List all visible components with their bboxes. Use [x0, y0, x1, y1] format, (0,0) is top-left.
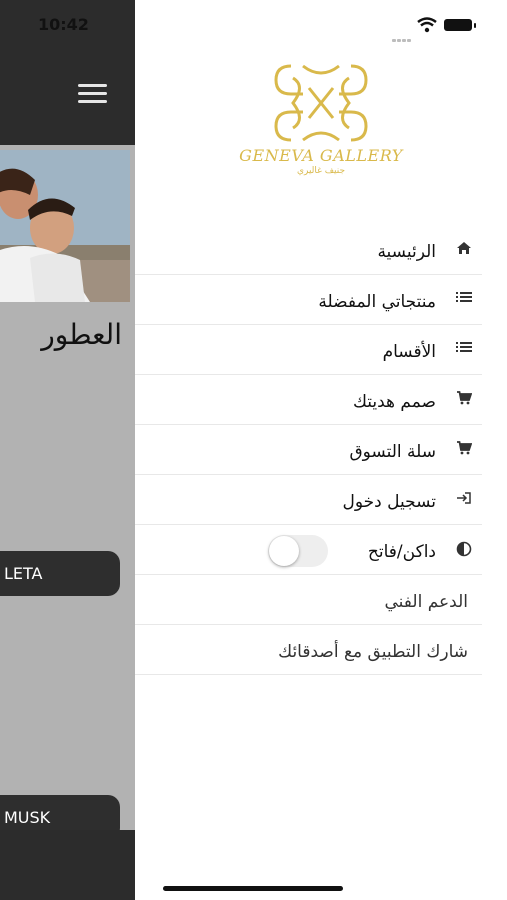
brand-logo: GENEVA GALLERY جنيف غاليري — [231, 58, 411, 178]
menu-item-login[interactable]: تسجيل دخول — [135, 475, 482, 525]
background-screen: 10:42 العطور LETA MUSK — [0, 0, 135, 900]
battery-icon — [444, 19, 476, 31]
navigation-drawer: GENEVA GALLERY جنيف غاليري الرئيسية منتج… — [135, 0, 507, 900]
drawer-menu: الرئيسية منتجاتي المفضلة الأقسام صمم هدي… — [135, 225, 482, 675]
menu-label-home: الرئيسية — [377, 242, 436, 262]
menu-item-share[interactable]: شارك التطبيق مع أصدقائك — [135, 625, 482, 675]
menu-label-cart: سلة التسوق — [349, 442, 436, 462]
menu-item-design-gift[interactable]: صمم هديتك — [135, 375, 482, 425]
cart-icon — [455, 391, 473, 407]
background-footer — [0, 830, 135, 900]
status-time: 10:42 — [38, 15, 89, 34]
section-title: العطور — [41, 318, 122, 351]
hamburger-menu-icon[interactable] — [78, 84, 108, 106]
menu-label-share: شارك التطبيق مع أصدقائك — [278, 642, 468, 662]
menu-label-theme: داكن/فاتح — [367, 542, 436, 562]
menu-item-theme: داكن/فاتح — [135, 525, 482, 575]
theme-toggle-switch[interactable] — [268, 535, 328, 567]
pill-label: LETA — [4, 564, 43, 583]
category-pill-leta[interactable]: LETA — [0, 551, 120, 596]
list-icon — [455, 341, 473, 357]
menu-label-design-gift: صمم هديتك — [352, 392, 436, 412]
pill-label: MUSK — [4, 808, 51, 827]
menu-item-favorites[interactable]: منتجاتي المفضلة — [135, 275, 482, 325]
menu-item-cart[interactable]: سلة التسوق — [135, 425, 482, 475]
menu-item-home[interactable]: الرئيسية — [135, 225, 482, 275]
logo-emblem-icon — [274, 64, 368, 142]
wifi-icon — [417, 17, 437, 33]
home-indicator[interactable] — [163, 886, 343, 891]
login-icon — [455, 491, 473, 507]
logo-wordmark: GENEVA GALLERY — [239, 146, 403, 165]
menu-label-categories: الأقسام — [382, 342, 436, 362]
background-header: 10:42 — [0, 0, 135, 145]
signal-icon — [392, 27, 412, 46]
banner-photo — [0, 150, 130, 302]
cart-icon — [455, 441, 473, 457]
contrast-icon — [455, 541, 473, 557]
logo-arabic-wordmark: جنيف غاليري — [296, 166, 346, 176]
menu-item-support[interactable]: الدعم الفني — [135, 575, 482, 625]
toggle-knob — [269, 536, 299, 566]
home-icon — [455, 241, 473, 257]
menu-item-categories[interactable]: الأقسام — [135, 325, 482, 375]
status-icons — [389, 15, 489, 42]
menu-label-favorites: منتجاتي المفضلة — [318, 292, 436, 312]
menu-label-login: تسجيل دخول — [342, 492, 437, 512]
list-icon — [455, 291, 473, 307]
menu-label-support: الدعم الفني — [384, 592, 469, 612]
